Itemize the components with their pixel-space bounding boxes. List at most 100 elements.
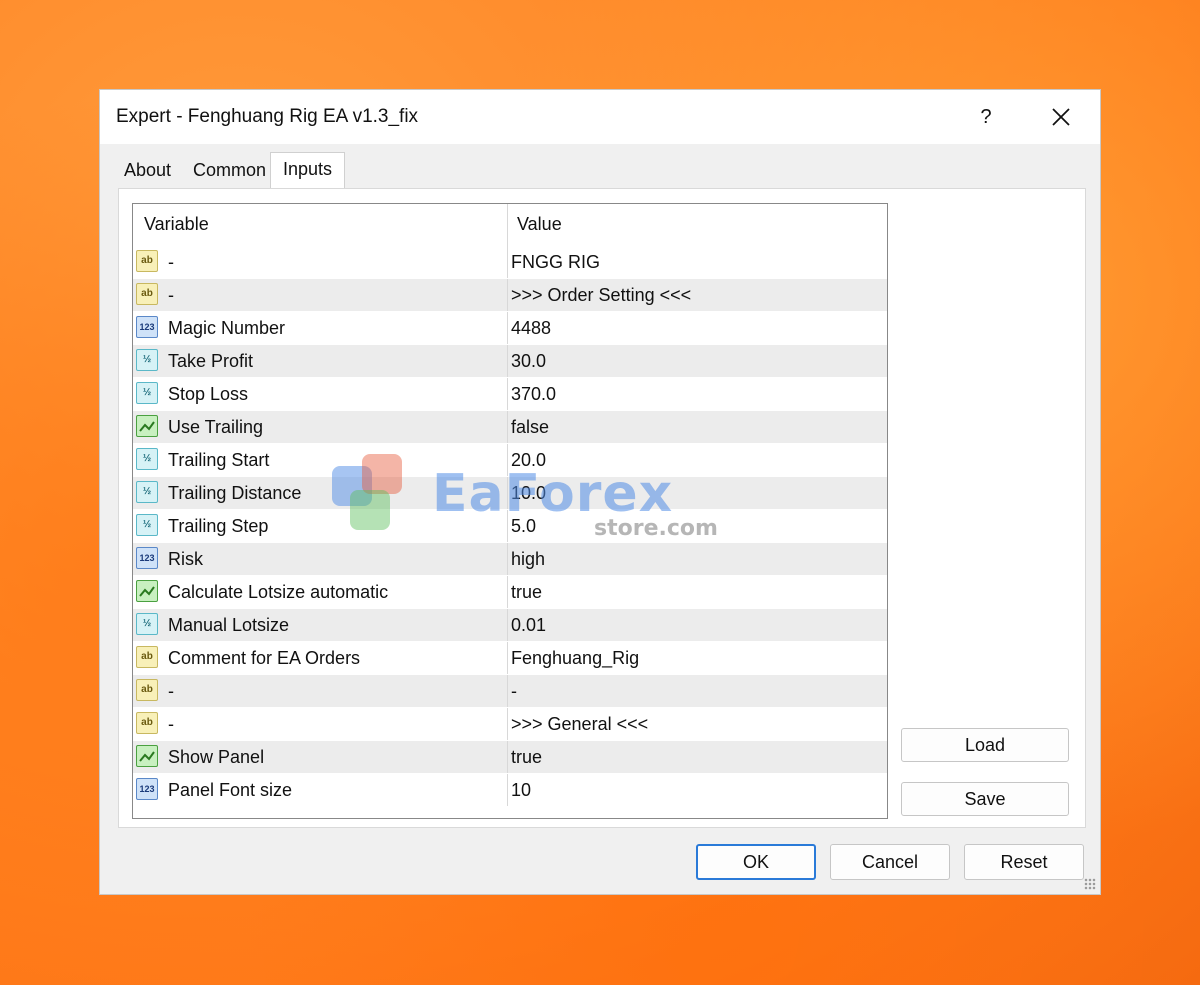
variable-name: Panel Font size <box>168 780 293 800</box>
variable-name: Trailing Distance <box>168 483 302 503</box>
integer-type-icon: 123 <box>136 778 158 800</box>
string-type-icon: ab <box>136 250 158 272</box>
variable-value[interactable]: >>> General <<< <box>511 714 648 735</box>
table-row[interactable]: 123 Risk high <box>133 543 887 576</box>
table-row[interactable]: 123 Magic Number 4488 <box>133 312 887 345</box>
variable-value[interactable]: - <box>511 681 517 702</box>
variable-value[interactable]: high <box>511 549 545 570</box>
string-type-icon: ab <box>136 679 158 701</box>
column-divider <box>507 609 508 641</box>
table-row[interactable]: ab Comment for EA Orders Fenghuang_Rig <box>133 642 887 675</box>
variable-value[interactable]: >>> Order Setting <<< <box>511 285 691 306</box>
variable-value[interactable]: true <box>511 747 542 768</box>
variable-value[interactable]: 5.0 <box>511 516 536 537</box>
variable-name: - <box>168 252 174 272</box>
table-row[interactable]: ab - >>> General <<< <box>133 708 887 741</box>
variable-value[interactable]: 30.0 <box>511 351 546 372</box>
bool-type-icon <box>136 580 158 602</box>
tab-inputs[interactable]: Inputs <box>270 152 346 188</box>
inputs-grid[interactable]: Variable Value ab - FNGG RIG ab - >>> Order S… <box>132 203 888 819</box>
column-header-variable[interactable]: Variable <box>144 214 209 235</box>
tab-bar: About Common Inputs <box>100 144 1100 188</box>
double-type-icon: ½ <box>136 481 158 503</box>
column-divider <box>507 543 508 575</box>
variable-name: Trailing Start <box>168 450 270 470</box>
table-row[interactable]: ½ Trailing Start 20.0 <box>133 444 887 477</box>
cancel-button[interactable]: Cancel <box>830 844 950 880</box>
column-divider <box>507 378 508 410</box>
grid-rows: ab - FNGG RIG ab - >>> Order Setting <<< 123 Ma… <box>133 246 887 807</box>
table-row[interactable]: ½ Manual Lotsize 0.01 <box>133 609 887 642</box>
reset-button[interactable]: Reset <box>964 844 1084 880</box>
column-divider <box>507 576 508 608</box>
column-divider <box>507 774 508 806</box>
variable-value[interactable]: 0.01 <box>511 615 546 636</box>
expert-dialog: Expert - Fenghuang Rig EA v1.3_fix ? Abo… <box>99 89 1101 895</box>
table-row[interactable]: ab - FNGG RIG <box>133 246 887 279</box>
ok-button[interactable]: OK <box>696 844 816 880</box>
column-divider <box>507 741 508 773</box>
table-row[interactable]: 123 Panel Font size 10 <box>133 774 887 807</box>
variable-name: Stop Loss <box>168 384 249 404</box>
column-divider <box>507 510 508 542</box>
close-button[interactable] <box>1046 100 1076 134</box>
variable-name: Manual Lotsize <box>168 615 290 635</box>
save-button[interactable]: Save <box>901 782 1069 816</box>
column-divider <box>507 279 508 311</box>
variable-value[interactable]: Fenghuang_Rig <box>511 648 639 669</box>
column-divider <box>507 246 508 278</box>
table-row[interactable]: Calculate Lotsize automatic true <box>133 576 887 609</box>
variable-value[interactable]: 10.0 <box>511 483 546 504</box>
variable-value[interactable]: true <box>511 582 542 603</box>
integer-type-icon: 123 <box>136 547 158 569</box>
string-type-icon: ab <box>136 646 158 668</box>
variable-value[interactable]: 4488 <box>511 318 551 339</box>
variable-value[interactable]: 370.0 <box>511 384 556 405</box>
variable-name: Show Panel <box>168 747 265 767</box>
column-divider <box>507 444 508 476</box>
double-type-icon: ½ <box>136 382 158 404</box>
load-button-outer[interactable]: Load <box>901 728 1069 762</box>
integer-type-icon: 123 <box>136 316 158 338</box>
table-row[interactable]: ½ Trailing Distance 10.0 <box>133 477 887 510</box>
tab-common[interactable]: Common <box>193 160 266 181</box>
variable-value[interactable]: false <box>511 417 549 438</box>
variable-name: Trailing Step <box>168 516 269 536</box>
variable-name: Use Trailing <box>168 417 264 437</box>
variable-value[interactable]: 10 <box>511 780 531 801</box>
help-button[interactable]: ? <box>974 100 998 134</box>
column-divider <box>507 411 508 443</box>
column-divider <box>507 708 508 740</box>
bool-type-icon <box>136 745 158 767</box>
table-row[interactable]: Show Panel true <box>133 741 887 774</box>
variable-name: Magic Number <box>168 318 286 338</box>
table-row[interactable]: ab - - <box>133 675 887 708</box>
variable-name: - <box>168 285 174 305</box>
variable-value[interactable]: FNGG RIG <box>511 252 600 273</box>
variable-name: Risk <box>168 549 203 569</box>
variable-name: Take Profit <box>168 351 254 371</box>
column-divider <box>507 312 508 344</box>
string-type-icon: ab <box>136 283 158 305</box>
tab-about[interactable]: About <box>124 160 171 181</box>
table-row[interactable]: ab - >>> Order Setting <<< <box>133 279 887 312</box>
variable-name: Comment for EA Orders <box>168 648 361 668</box>
variable-value[interactable]: 20.0 <box>511 450 546 471</box>
column-divider <box>507 477 508 509</box>
column-header-value[interactable]: Value <box>517 214 562 235</box>
double-type-icon: ½ <box>136 514 158 536</box>
double-type-icon: ½ <box>136 349 158 371</box>
column-divider <box>507 345 508 377</box>
title-bar: Expert - Fenghuang Rig EA v1.3_fix ? <box>100 90 1100 144</box>
string-type-icon: ab <box>136 712 158 734</box>
variable-name: Calculate Lotsize automatic <box>168 582 389 602</box>
double-type-icon: ½ <box>136 448 158 470</box>
grid-header: Variable Value <box>133 204 887 246</box>
variable-name: - <box>168 714 174 734</box>
table-row[interactable]: ½ Stop Loss 370.0 <box>133 378 887 411</box>
table-row[interactable]: ½ Take Profit 30.0 <box>133 345 887 378</box>
table-row[interactable]: ½ Trailing Step 5.0 <box>133 510 887 543</box>
table-row[interactable]: Use Trailing false <box>133 411 887 444</box>
resize-grip-icon[interactable] <box>1084 878 1096 890</box>
double-type-icon: ½ <box>136 613 158 635</box>
